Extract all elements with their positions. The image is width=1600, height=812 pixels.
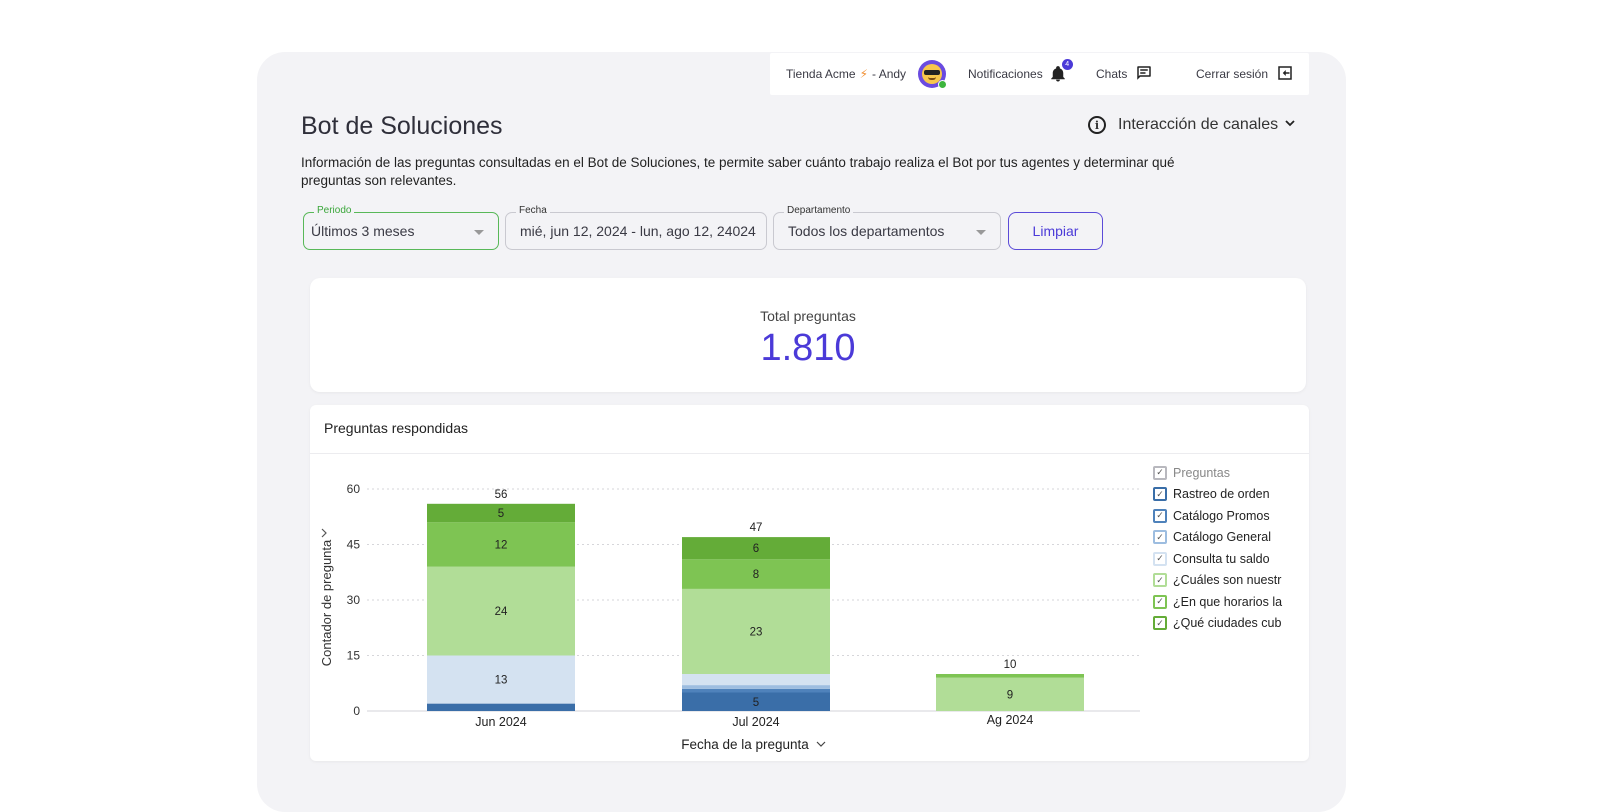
bolt-icon: ⚡ (859, 67, 869, 81)
legend-label: ¿Cuáles son nuestr (1173, 573, 1282, 588)
legend-label: Catálogo General (1173, 530, 1271, 545)
departamento-value: Todos los departamentos (788, 223, 945, 239)
checkbox-icon[interactable]: ✓ (1153, 616, 1167, 631)
legend-item[interactable]: ✓ ¿En que horarios la (1153, 591, 1282, 613)
clear-filters-button[interactable]: Limpiar (1008, 212, 1103, 250)
legend-label: Consulta tu saldo (1173, 551, 1270, 566)
store-user-label: Tienda Acme ⚡ - Andy (786, 67, 906, 81)
store-name: Tienda Acme (786, 67, 856, 81)
legend-item[interactable]: ✓ ¿Qué ciudades cub (1153, 613, 1282, 635)
legend-label: ¿Qué ciudades cub (1173, 616, 1282, 631)
legend-label: Rastreo de orden (1173, 487, 1270, 502)
chats-button[interactable]: Chats (1096, 64, 1153, 85)
periodo-select[interactable]: Periodo Últimos 3 meses (303, 205, 499, 250)
divider (310, 453, 1309, 454)
bell-icon: 4 (1049, 59, 1073, 83)
chevron-down-icon (1284, 116, 1296, 134)
legend-item[interactable]: ✓ Catálogo General (1153, 527, 1282, 549)
legend-label: Catálogo Promos (1173, 508, 1270, 523)
chart-card-title: Preguntas respondidas (324, 420, 468, 436)
checkbox-icon[interactable]: ✓ (1153, 551, 1167, 566)
info-icon[interactable]: i (1088, 116, 1106, 134)
chart-legend: ✓ Preguntas ✓ Rastreo de orden ✓ Catálogo Pro… (1153, 462, 1282, 634)
notifications-badge: 4 (1061, 59, 1073, 70)
online-status-dot (938, 80, 947, 89)
legend-label: Preguntas (1173, 465, 1230, 480)
departamento-label: Departamento (784, 205, 854, 216)
caret-down-icon (474, 230, 484, 235)
periodo-value: Últimos 3 meses (311, 223, 415, 239)
fecha-label: Fecha (516, 205, 550, 216)
logout-label: Cerrar sesión (1196, 67, 1269, 81)
avatar[interactable] (918, 60, 947, 89)
logout-icon (1276, 64, 1294, 85)
checkbox-icon[interactable]: ✓ (1153, 508, 1167, 523)
total-label: Total preguntas (760, 308, 856, 324)
page-title: Bot de Soluciones (301, 112, 503, 140)
periodo-label: Periodo (314, 205, 355, 216)
legend-item-all[interactable]: ✓ Preguntas (1153, 462, 1282, 484)
checkbox-icon[interactable]: ✓ (1153, 530, 1167, 545)
user-name: - Andy (872, 67, 907, 81)
channels-label: Interacción de canales (1118, 116, 1279, 133)
top-bar: Tienda Acme ⚡ - Andy Notificaciones 4 Ch… (770, 53, 1309, 95)
checkbox-icon[interactable]: ✓ (1153, 573, 1167, 588)
chats-label: Chats (1096, 67, 1128, 81)
legend-item[interactable]: ✓ Rastreo de orden (1153, 484, 1282, 506)
legend-item[interactable]: ✓ ¿Cuáles son nuestr (1153, 570, 1282, 592)
page-description: Información de las preguntas consultadas… (301, 155, 1175, 188)
total-value: 1.810 (760, 327, 856, 369)
legend-item[interactable]: ✓ Consulta tu saldo (1153, 548, 1282, 570)
checkbox-icon[interactable]: ✓ (1153, 487, 1167, 502)
chat-icon (1135, 64, 1153, 85)
date-range-field[interactable]: Fecha mié, jun 12, 2024 - lun, ago 12, 2… (505, 205, 767, 250)
checkbox-icon[interactable]: ✓ (1153, 594, 1167, 609)
fecha-value: mié, jun 12, 2024 - lun, ago 12, 24024 (520, 223, 756, 239)
legend-item[interactable]: ✓ Catálogo Promos (1153, 505, 1282, 527)
channels-dropdown[interactable]: i Interacción de canales (1088, 116, 1296, 134)
legend-label: ¿En que horarios la (1173, 594, 1283, 609)
caret-down-icon (976, 230, 986, 235)
departamento-select[interactable]: Departamento Todos los departamentos (773, 205, 1001, 250)
notifications-label: Notificaciones (968, 67, 1043, 81)
checkbox-icon[interactable]: ✓ (1153, 465, 1167, 480)
notifications-button[interactable]: Notificaciones 4 (968, 59, 1073, 83)
logout-button[interactable]: Cerrar sesión (1196, 64, 1294, 85)
total-questions-card: Total preguntas 1.810 (310, 278, 1306, 392)
